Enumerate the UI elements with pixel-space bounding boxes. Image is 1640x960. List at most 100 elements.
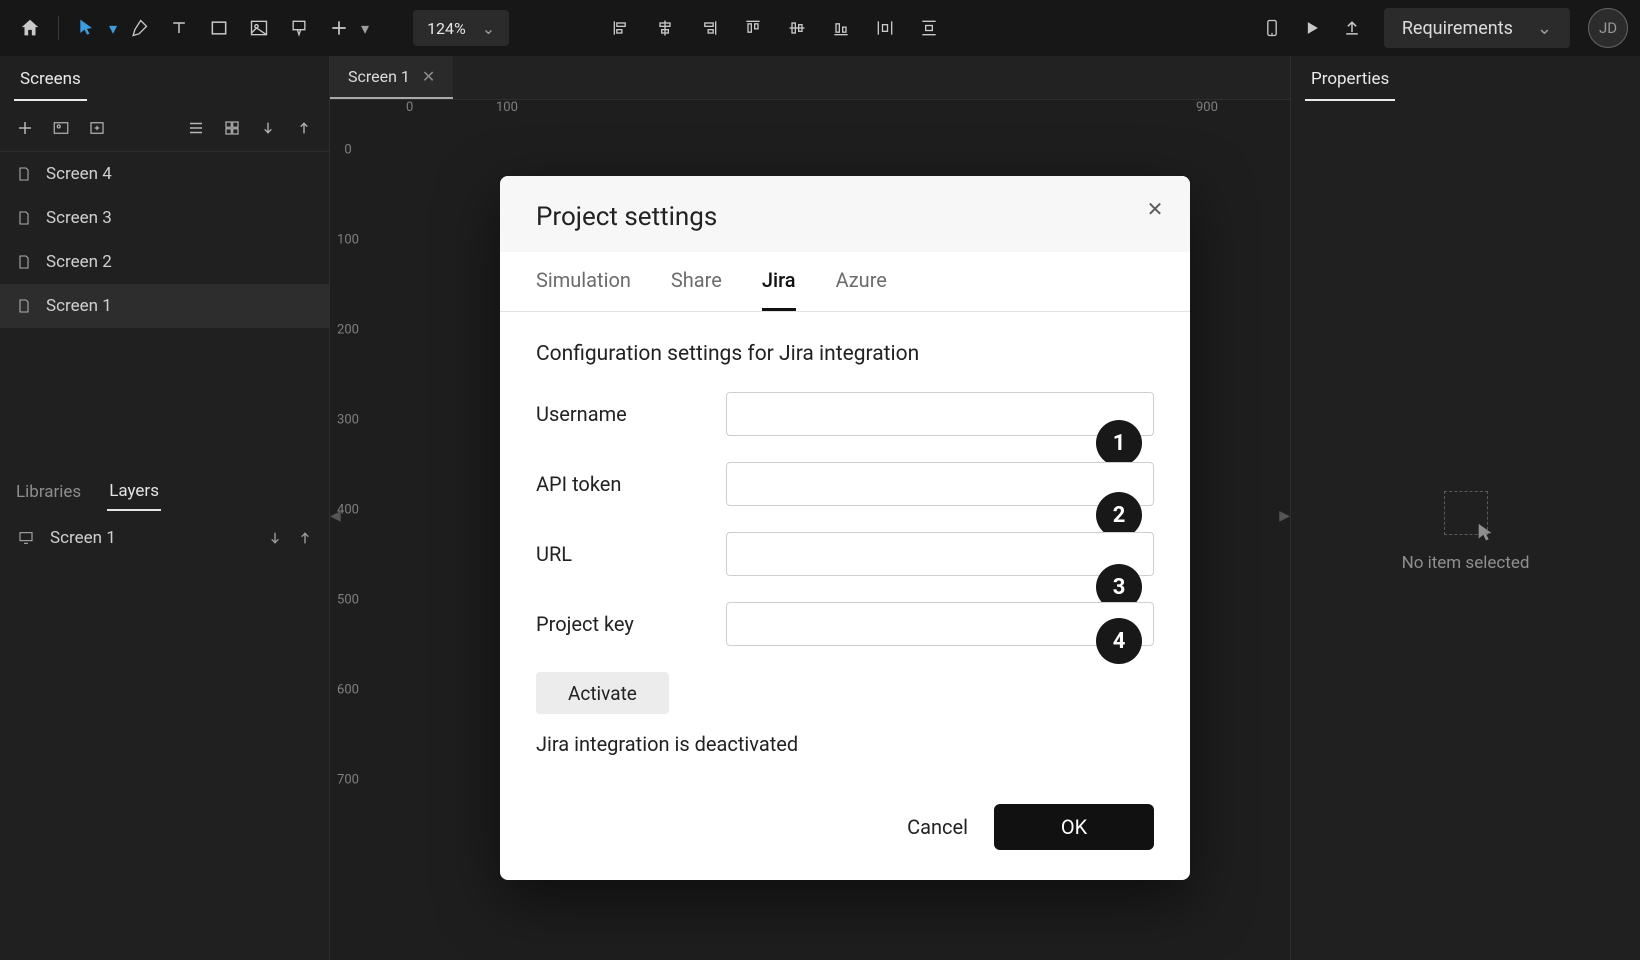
screens-tab[interactable]: Screens [14,59,87,101]
upload-icon[interactable] [1334,10,1370,46]
hotspot-tool-icon[interactable] [281,10,317,46]
distribute-h-icon[interactable] [867,10,903,46]
project-key-input[interactable] [726,602,1154,646]
text-tool-icon[interactable] [161,10,197,46]
modal-tabs: Simulation Share Jira Azure [500,252,1190,312]
screen-item[interactable]: Screen 1 [0,284,329,328]
tab-simulation[interactable]: Simulation [536,252,631,311]
ruler-tick: 300 [330,413,366,428]
collapse-icon[interactable] [253,113,283,143]
monitor-icon [16,530,36,546]
project-key-label: Project key [536,612,726,636]
callout-badge-4: 4 [1096,618,1142,664]
screen-item-label: Screen 1 [46,296,112,316]
pen-tool-icon[interactable] [121,10,157,46]
screen-item-label: Screen 2 [46,252,112,272]
new-folder-icon[interactable] [82,113,112,143]
no-selection-icon [1444,491,1488,535]
canvas-tab-label: Screen 1 [348,67,410,86]
align-right-icon[interactable] [691,10,727,46]
page-icon [16,165,32,183]
canvas-tabbar: Screen 1 ✕ [330,56,1290,100]
arrow-up-icon[interactable] [297,530,313,546]
device-preview-icon[interactable] [1254,10,1290,46]
play-icon[interactable] [1294,10,1330,46]
distribute-v-icon[interactable] [911,10,947,46]
canvas[interactable]: Screen 1 ✕ 0 100 900 0 100 200 300 400 5… [330,56,1290,960]
project-settings-modal: Project settings ✕ Simulation Share Jira… [500,176,1190,880]
tab-share[interactable]: Share [671,252,722,311]
align-left-icon[interactable] [603,10,639,46]
screen-item[interactable]: Screen 3 [0,196,329,240]
close-icon[interactable]: ✕ [1140,194,1170,224]
close-icon[interactable]: ✕ [422,67,435,86]
username-input[interactable] [726,392,1154,436]
avatar[interactable]: JD [1588,8,1628,48]
expand-icon[interactable] [289,113,319,143]
activate-button[interactable]: Activate [536,672,669,714]
zoom-dropdown[interactable]: 124% ⌄ [413,10,509,46]
avatar-initials: JD [1599,19,1617,37]
ruler-tick: 100 [330,233,366,248]
page-icon [16,209,32,227]
screens-toolbar [0,104,329,152]
callout-badge-1: 1 [1096,420,1142,466]
ruler-tick: 700 [330,773,366,788]
panel-collapse-left-icon[interactable]: ◀ [330,508,341,524]
screen-item[interactable]: Screen 4 [0,152,329,196]
image-tool-icon[interactable] [241,10,277,46]
ruler-tick: 600 [330,683,366,698]
integration-status: Jira integration is deactivated [536,732,1154,756]
screen-item-label: Screen 3 [46,208,112,228]
page-icon [16,297,32,315]
zoom-value: 124% [427,19,466,38]
add-tool-chevron-icon[interactable]: ▾ [361,19,369,38]
api-token-label: API token [536,472,726,496]
rectangle-tool-icon[interactable] [201,10,237,46]
cancel-button[interactable]: Cancel [907,815,968,839]
properties-tab[interactable]: Properties [1305,59,1395,101]
ruler-tick: 900 [1196,100,1218,115]
layers-tab[interactable]: Layers [107,473,161,511]
panel-collapse-right-icon[interactable]: ▶ [1279,508,1290,524]
screen-item-label: Screen 4 [46,164,112,184]
section-title: Configuration settings for Jira integrat… [536,342,1154,366]
left-panel: Screens Screen 4 Screen 3 Screen 2 [0,56,330,960]
layer-row[interactable]: Screen 1 [0,516,329,560]
select-tool-chevron-icon[interactable]: ▾ [109,19,117,38]
list-view-icon[interactable] [181,113,211,143]
url-input[interactable] [726,532,1154,576]
grid-view-icon[interactable] [217,113,247,143]
ruler-tick: 0 [330,143,366,158]
libraries-tab[interactable]: Libraries [14,474,83,510]
requirements-dropdown[interactable]: Requirements ⌄ [1384,8,1570,48]
arrow-down-icon[interactable] [267,530,283,546]
add-tool-icon[interactable] [321,10,357,46]
align-middle-icon[interactable] [779,10,815,46]
url-label: URL [536,542,726,566]
tab-jira[interactable]: Jira [762,252,796,311]
requirements-label: Requirements [1402,18,1513,39]
new-image-icon[interactable] [46,113,76,143]
username-label: Username [536,402,726,426]
tab-azure[interactable]: Azure [836,252,887,311]
align-center-h-icon[interactable] [647,10,683,46]
select-tool-icon[interactable] [69,10,105,46]
separator [58,16,59,40]
api-token-input[interactable] [726,462,1154,506]
align-bottom-icon[interactable] [823,10,859,46]
ok-button[interactable]: OK [994,804,1154,850]
ruler-vertical: 0 100 200 300 400 500 600 700 [330,130,366,960]
modal-title: Project settings [536,202,1154,232]
home-icon[interactable] [12,10,48,46]
layer-label: Screen 1 [50,528,116,548]
page-icon [16,253,32,271]
no-selection-label: No item selected [1402,553,1530,573]
canvas-tab[interactable]: Screen 1 ✕ [330,56,453,99]
ruler-tick: 200 [330,323,366,338]
new-screen-icon[interactable] [10,113,40,143]
ruler-horizontal: 0 100 900 [366,100,1290,130]
chevron-down-icon: ⌄ [1537,18,1552,39]
align-top-icon[interactable] [735,10,771,46]
screen-item[interactable]: Screen 2 [0,240,329,284]
